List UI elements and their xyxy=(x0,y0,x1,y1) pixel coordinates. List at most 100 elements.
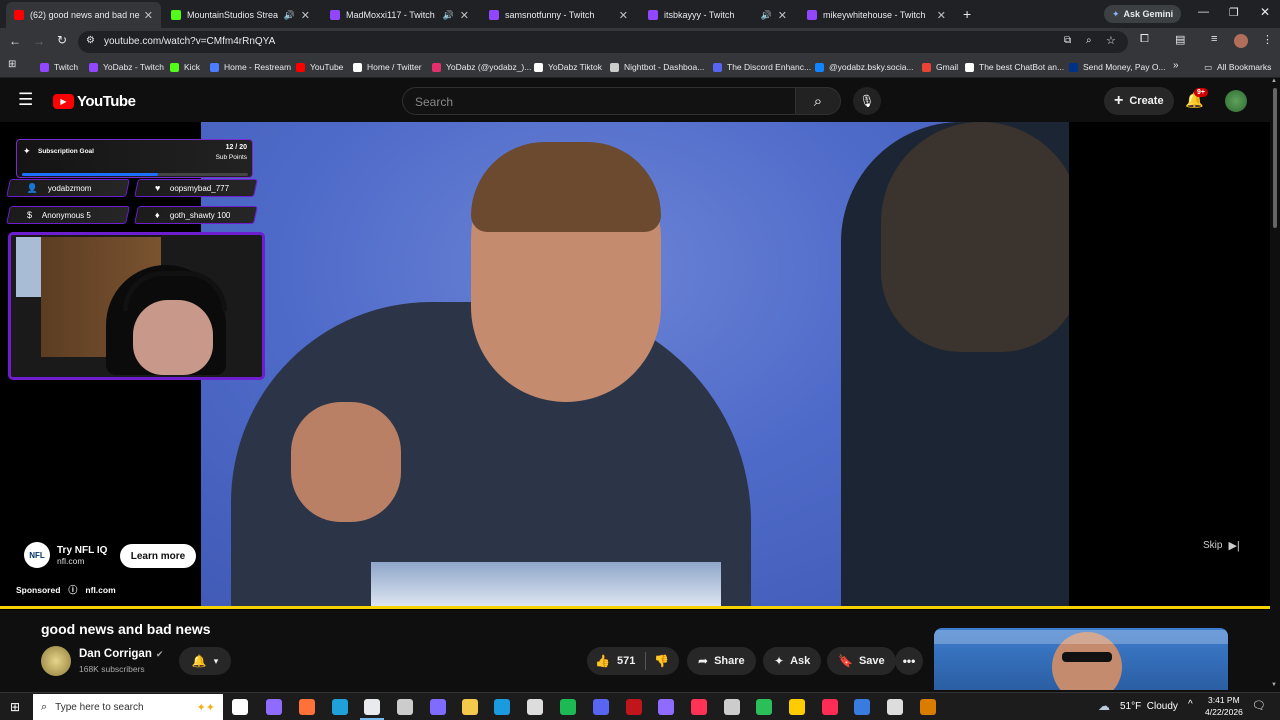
sidebar-ad-thumbnail[interactable] xyxy=(934,628,1228,690)
search-input[interactable]: Search xyxy=(415,95,453,109)
install-icon[interactable]: ⧉ xyxy=(1064,35,1071,46)
new-tab-button[interactable]: + xyxy=(963,6,971,22)
weather-icon[interactable]: ☁ xyxy=(1098,699,1110,713)
red-app-icon[interactable] xyxy=(626,699,642,715)
ask-button[interactable]: ✦ Ask xyxy=(763,647,822,675)
chrome-icon[interactable] xyxy=(364,699,380,715)
back-icon[interactable]: ← xyxy=(9,34,21,48)
file-explorer-icon[interactable] xyxy=(462,699,478,715)
site-info-icon[interactable]: ⚙ xyxy=(86,35,95,46)
tab-close-icon[interactable]: ✕ xyxy=(619,9,628,22)
extensions-icon[interactable]: ⧠ xyxy=(1140,33,1149,46)
bookmark-item[interactable]: YoDabz - Twitch xyxy=(89,60,164,74)
steam-icon[interactable] xyxy=(494,699,510,715)
bookmark-item[interactable]: Kick xyxy=(170,60,200,74)
ad-advertiser-card[interactable]: NFL Try NFL IQ nfl.com xyxy=(24,542,107,568)
obs-icon[interactable] xyxy=(397,699,413,715)
bookmark-item[interactable]: YouTube xyxy=(296,60,343,74)
bookmark-item[interactable]: Home / Twitter xyxy=(353,60,422,74)
maximize-window-icon[interactable]: ❐ xyxy=(1229,6,1239,19)
tab-close-icon[interactable]: ✕ xyxy=(144,9,153,22)
tiktok-icon[interactable] xyxy=(822,699,838,715)
bookmark-item[interactable]: YoDabz (@yodabz_)... xyxy=(432,60,531,74)
tab-close-icon[interactable]: ✕ xyxy=(301,9,310,22)
task-view-icon[interactable] xyxy=(232,699,248,715)
skip-ad-button[interactable]: Skip ▶| xyxy=(1203,539,1240,552)
sponsored-domain[interactable]: nfl.com xyxy=(85,585,115,595)
search-button[interactable]: ⌕ xyxy=(795,87,841,115)
bookmark-item[interactable]: @yodabz.bsky.socia... xyxy=(815,60,914,74)
voice-search-button[interactable]: 🎙 xyxy=(853,87,881,115)
video-progress-bar[interactable] xyxy=(0,606,1270,609)
profile-avatar-icon[interactable] xyxy=(1234,34,1248,48)
spotify-icon[interactable] xyxy=(560,699,576,715)
minimize-window-icon[interactable]: — xyxy=(1198,6,1209,18)
browser-tab[interactable]: (62) good news and bad ne ✕ xyxy=(6,2,161,28)
bookmark-item[interactable]: The Discord Enhanc... xyxy=(713,60,811,74)
forward-icon[interactable]: → xyxy=(33,34,45,48)
feather-icon[interactable] xyxy=(658,699,674,715)
copilot-icon[interactable] xyxy=(266,699,282,715)
bookmark-item[interactable]: Nightbot - Dashboa... xyxy=(610,60,704,74)
app-icon[interactable] xyxy=(430,699,446,715)
browser-tab[interactable]: itsbkayyy - Twitch 🔊 ✕ xyxy=(640,4,795,26)
browser-tab[interactable]: MadMoxxi117 - Twitch 🔊 ✕ xyxy=(322,4,477,26)
dislike-button[interactable]: 👎 xyxy=(654,654,669,668)
more-bookmarks-icon[interactable]: » xyxy=(1173,60,1179,71)
tab-close-icon[interactable]: ✕ xyxy=(778,9,787,22)
taskbar-search-box[interactable]: ⌕ Type here to search ✦✦ xyxy=(33,694,223,720)
save-button[interactable]: 🔖 Save xyxy=(827,647,896,675)
clock-time[interactable]: 3:41 PM xyxy=(1208,695,1240,705)
pixel-app-icon[interactable] xyxy=(691,699,707,715)
settings-gear-icon[interactable] xyxy=(887,699,903,715)
blue-app-icon[interactable] xyxy=(854,699,870,715)
green-app-icon[interactable] xyxy=(756,699,772,715)
browser-tab[interactable]: mikeywhitehouse - Twitch ✕ xyxy=(799,4,954,26)
subscribed-notifications-button[interactable]: 🔔 ▾ xyxy=(179,647,231,675)
channel-avatar[interactable] xyxy=(41,646,71,676)
notifications-button[interactable]: 🔔 9+ xyxy=(1185,88,1208,110)
tab-close-icon[interactable]: ✕ xyxy=(937,9,946,22)
share-button[interactable]: ➦ Share xyxy=(687,647,756,675)
ad-learn-more-button[interactable]: Learn more xyxy=(120,544,196,568)
windows-start-icon[interactable]: ⊞ xyxy=(10,700,20,714)
video-frame[interactable] xyxy=(201,122,1069,608)
browser-menu-icon[interactable]: ⋮ xyxy=(1262,33,1273,46)
browser-tab[interactable]: MountainStudios Stream - 🔊 ✕ xyxy=(163,4,318,26)
bookmark-item[interactable]: Gmail xyxy=(922,60,958,74)
bookmark-item[interactable]: Twitch xyxy=(40,60,78,74)
media-controls-icon[interactable]: ≡ xyxy=(1211,33,1217,45)
like-button[interactable]: 👍 571 xyxy=(587,654,635,668)
close-window-icon[interactable]: ✕ xyxy=(1260,5,1270,19)
ask-gemini-button[interactable]: ✦ Ask Gemini xyxy=(1104,5,1182,23)
epic-games-icon[interactable] xyxy=(527,699,543,715)
youtube-logo[interactable]: ▶ YouTube xyxy=(53,93,136,110)
weather-text[interactable]: 51°F Cloudy xyxy=(1120,701,1178,712)
firefox-icon[interactable] xyxy=(299,699,315,715)
bookmark-item[interactable]: Home - Restream xyxy=(210,60,291,74)
tab-audio-icon[interactable]: 🔊 xyxy=(284,10,295,21)
bookmark-item[interactable]: Send Money, Pay O... xyxy=(1069,60,1166,74)
apps-grid-icon[interactable]: ⊞ xyxy=(8,59,16,70)
bookmark-item[interactable]: YoDabz Tiktok xyxy=(534,60,602,74)
bookmark-star-icon[interactable]: ☆ xyxy=(1106,34,1116,47)
notification-center-icon[interactable]: 🗨 xyxy=(1252,699,1266,712)
sidepanel-icon[interactable]: ▤ xyxy=(1175,33,1185,46)
monitor-icon[interactable] xyxy=(724,699,740,715)
address-bar[interactable]: ⚙ youtube.com/watch?v=CMfm4rRnQYA ⧉ ⌕ ☆ xyxy=(78,31,1128,53)
more-actions-button[interactable]: ••• xyxy=(895,647,923,675)
browser-tab[interactable]: samsnotfunny - Twitch ✕ xyxy=(481,4,636,26)
tab-audio-icon[interactable]: 🔊 xyxy=(443,10,454,21)
tab-audio-icon[interactable]: 🔊 xyxy=(761,10,772,21)
video-player[interactable]: ✦ Subscription Goal 12 / 20 Sub Points 👤… xyxy=(0,122,1270,610)
page-scrollbar[interactable]: ▲ ▼ xyxy=(1270,78,1280,692)
tab-close-icon[interactable]: ✕ xyxy=(460,9,469,22)
bookmark-item[interactable]: The best ChatBot an... xyxy=(965,60,1064,74)
clock-date[interactable]: 4/22/2026 xyxy=(1205,707,1243,717)
channel-name-row[interactable]: Dan Corrigan ✔ xyxy=(79,648,163,660)
search-box[interactable]: Search xyxy=(402,87,796,115)
color-ring-icon[interactable] xyxy=(789,699,805,715)
all-bookmarks-folder[interactable]: ▭ All Bookmarks xyxy=(1204,60,1271,74)
create-button[interactable]: + Create xyxy=(1104,87,1174,115)
guide-menu-icon[interactable]: ☰ xyxy=(18,90,33,110)
